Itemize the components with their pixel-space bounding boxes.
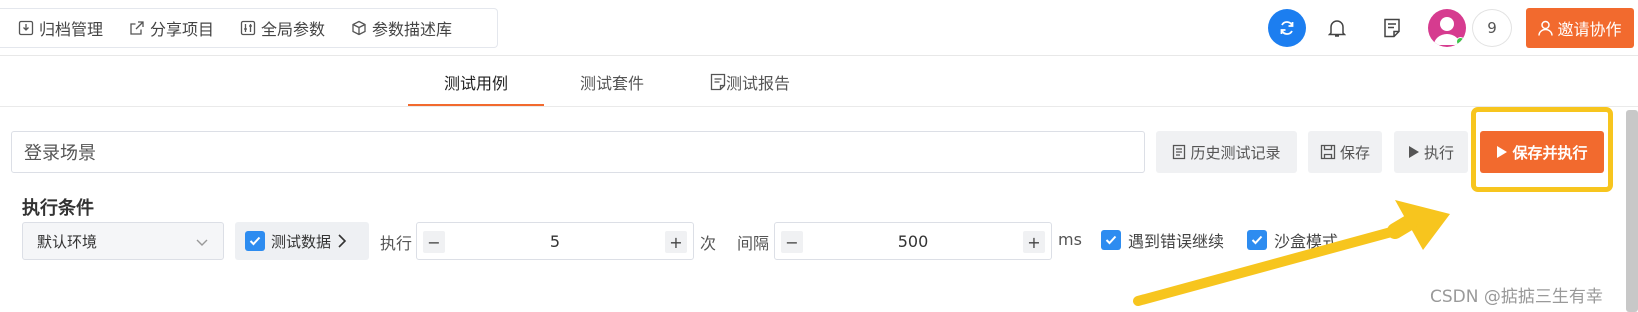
play-icon	[1408, 146, 1419, 158]
check-icon	[1105, 235, 1117, 245]
history-label: 历史测试记录	[1190, 143, 1281, 162]
interval-stepper[interactable]: − 500 +	[774, 222, 1052, 260]
invite-label: 邀请协作	[1557, 20, 1622, 39]
cube-icon	[352, 20, 366, 36]
tab-bar: 测试用例 测试套件 测试报告	[0, 57, 1638, 107]
tab-label: 测试套件	[579, 74, 644, 93]
times-stepper[interactable]: − 5 +	[416, 222, 694, 260]
notification-count[interactable]: 9	[1472, 9, 1512, 47]
check-icon	[249, 236, 261, 246]
share-label: 分享项目	[150, 20, 215, 39]
avatar[interactable]	[1428, 9, 1466, 47]
tab-label: 测试报告	[725, 74, 790, 93]
continue-on-error-checkbox[interactable]	[1101, 230, 1121, 250]
vertical-scrollbar[interactable]	[1626, 110, 1638, 312]
watermark: CSDN @掂掂三生有幸	[1430, 287, 1603, 307]
document-icon	[1173, 144, 1186, 160]
tab-test-reports[interactable]: 测试报告	[700, 57, 800, 107]
save-label: 保存	[1339, 143, 1370, 162]
param-library-button[interactable]: 参数描述库	[351, 8, 452, 48]
notification-bell[interactable]	[1325, 16, 1349, 40]
chevron-down-icon	[196, 239, 208, 246]
continue-on-error-label: 遇到错误继续	[1128, 232, 1225, 251]
tab-test-cases[interactable]: 测试用例	[408, 57, 544, 107]
test-data-toggle[interactable]: 测试数据	[235, 222, 369, 260]
share-icon	[130, 21, 144, 35]
online-status-dot	[1456, 37, 1465, 46]
note-icon	[1384, 18, 1400, 38]
interval-label: 间隔	[737, 234, 770, 253]
global-params-label: 全局参数	[261, 20, 326, 39]
continue-on-error-option[interactable]: 遇到错误继续	[1101, 228, 1224, 252]
save-button[interactable]: 保存	[1308, 131, 1382, 173]
notes-button[interactable]	[1380, 16, 1404, 40]
share-button[interactable]: 分享项目	[129, 8, 214, 48]
conditions-title: 执行条件	[22, 198, 94, 219]
tab-label: 测试用例	[443, 74, 508, 93]
tab-test-suites[interactable]: 测试套件	[560, 57, 664, 107]
user-icon	[1538, 20, 1554, 36]
param-library-label: 参数描述库	[372, 20, 453, 39]
sandbox-label: 沙盒模式	[1274, 232, 1339, 251]
times-unit: 次	[700, 234, 717, 253]
archive-label: 归档管理	[39, 20, 104, 39]
test-data-checkbox[interactable]	[245, 231, 265, 251]
chevron-right-icon	[338, 234, 347, 248]
exec-label: 执行	[380, 234, 413, 253]
archive-icon	[18, 20, 34, 36]
case-name-input[interactable]	[11, 131, 1145, 173]
run-label: 执行	[1423, 143, 1454, 162]
report-icon	[710, 73, 726, 91]
sandbox-option[interactable]: 沙盒模式	[1247, 228, 1338, 252]
test-data-label: 测试数据	[271, 232, 332, 251]
environment-value: 默认环境	[37, 232, 98, 251]
sync-button[interactable]	[1268, 9, 1306, 47]
params-icon	[240, 20, 256, 36]
history-records-button[interactable]: 历史测试记录	[1156, 131, 1297, 173]
highlight-annotation-box	[1471, 107, 1613, 192]
sync-icon	[1280, 21, 1294, 35]
environment-select[interactable]: 默认环境	[22, 222, 224, 260]
interval-value[interactable]: 500	[775, 232, 1051, 251]
increment-button[interactable]: +	[1023, 231, 1045, 253]
active-tab-indicator	[408, 104, 544, 106]
save-icon	[1320, 144, 1336, 160]
check-icon	[1251, 235, 1263, 245]
bell-icon	[1328, 20, 1346, 37]
sandbox-checkbox[interactable]	[1247, 230, 1267, 250]
increment-button[interactable]: +	[665, 231, 687, 253]
project-tools: 归档管理 分享项目 全局参数 参数描述库	[0, 8, 498, 48]
run-button[interactable]: 执行	[1394, 131, 1468, 173]
archive-button[interactable]: 归档管理	[18, 8, 103, 48]
interval-unit: ms	[1058, 230, 1082, 249]
times-value[interactable]: 5	[417, 232, 693, 251]
global-params-button[interactable]: 全局参数	[240, 8, 325, 48]
invite-button[interactable]: 邀请协作	[1526, 8, 1634, 48]
top-toolbar: 归档管理 分享项目 全局参数 参数描述库 9 邀请协作	[0, 0, 1638, 56]
